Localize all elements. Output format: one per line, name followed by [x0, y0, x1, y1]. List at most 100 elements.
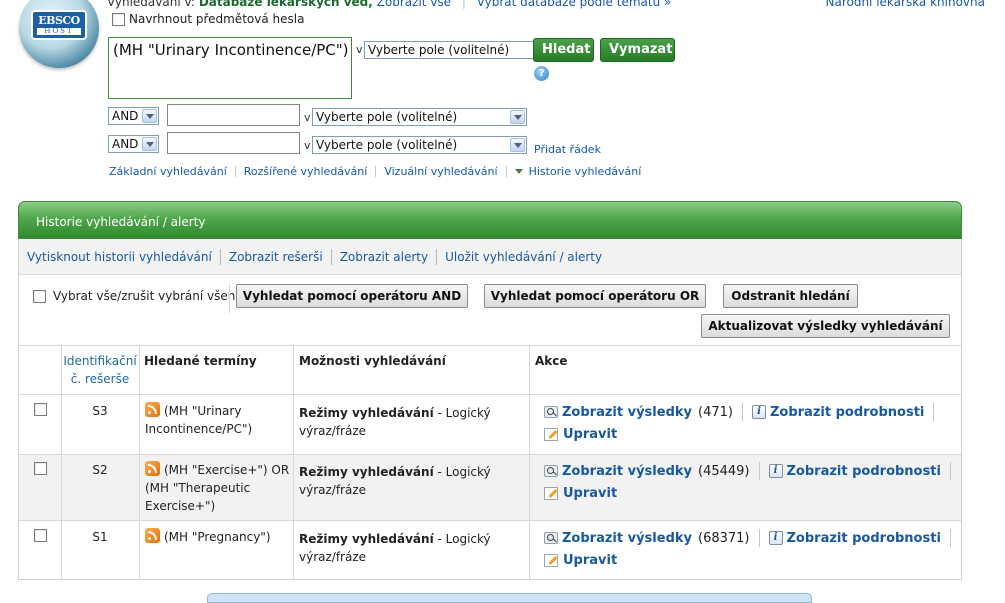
terms-line-1: (MH "Urinary	[164, 404, 242, 418]
logo-text: EBSCO	[38, 14, 80, 27]
search-terms: (MH "Exercise+") OR (MH "Therapeutic Exe…	[145, 461, 291, 515]
suggest-subject-terms[interactable]: Navrhnout předmětová hesla	[112, 12, 304, 26]
search-modes-label: Režimy vyhledávání	[299, 532, 434, 546]
search-modes: Režimy vyhledávání - Logický výraz/fráze	[299, 463, 525, 499]
show-results-link[interactable]: Zobrazit výsledky	[562, 405, 692, 420]
show-details-link[interactable]: Zobrazit podrobnosti	[787, 464, 941, 479]
edit-link[interactable]: Upravit	[563, 486, 617, 501]
separator: |	[461, 0, 466, 9]
search-history-link[interactable]: Historie vyhledávání	[529, 165, 642, 178]
main-search-input[interactable]: (MH "Urinary Incontinence/PC")	[108, 37, 352, 99]
edit-icon	[544, 487, 558, 500]
separator	[949, 529, 951, 547]
operator-select-1[interactable]: AND	[108, 107, 159, 125]
search-id: S1	[92, 530, 108, 544]
show-results-link[interactable]: Zobrazit výsledky	[562, 531, 692, 546]
show-results-link[interactable]: Zobrazit výsledky	[562, 464, 692, 479]
search-button[interactable]: Hledat	[533, 38, 594, 62]
save-searches-link[interactable]: Uložit vyhledávání / alerty	[445, 250, 602, 264]
separator	[330, 249, 332, 265]
row-checkbox[interactable]	[34, 529, 47, 542]
history-action-bar: Vytisknout historii vyhledávání Zobrazit…	[19, 240, 961, 275]
separator	[505, 166, 507, 177]
show-research-link[interactable]: Zobrazit rešerši	[229, 250, 323, 264]
rss-icon[interactable]	[145, 461, 160, 476]
clear-button[interactable]: Vymazat	[600, 38, 675, 62]
search-input-row-1[interactable]	[167, 104, 300, 126]
column-header-terms: Hledané termíny	[144, 354, 257, 368]
separator	[741, 403, 743, 421]
logo-badge: EBSCO HOST	[31, 10, 87, 40]
suggest-checkbox[interactable]	[112, 12, 125, 26]
edit-icon	[544, 428, 558, 441]
separator	[933, 403, 935, 421]
search-input-row-2[interactable]	[167, 132, 300, 154]
ebscohost-logo[interactable]: EBSCO HOST	[19, 0, 99, 68]
separator	[375, 166, 377, 177]
help-icon[interactable]: ?	[534, 66, 549, 81]
row-actions: Zobrazit výsledky (45449) i Zobrazit pod…	[544, 462, 960, 480]
library-name-link[interactable]: Národní lékařská knihovna	[825, 0, 985, 9]
result-count: (45449)	[698, 463, 750, 479]
row-actions: Zobrazit výsledky (68371) i Zobrazit pod…	[544, 529, 960, 547]
grid-line	[19, 345, 961, 346]
magnifier-icon	[544, 406, 558, 418]
edit-icon	[544, 554, 558, 567]
basic-search-link[interactable]: Základní vyhledávání	[109, 165, 227, 178]
advanced-search-link[interactable]: Rozšířené vyhledávání	[244, 165, 368, 178]
update-results-button[interactable]: Aktualizovat výsledky vyhledávání	[701, 314, 950, 338]
row-checkbox[interactable]	[34, 403, 47, 416]
edit-action: Upravit	[544, 427, 617, 442]
choose-databases-link[interactable]: Vybrat databáze podle tématu »	[477, 0, 672, 9]
operator-select-2[interactable]: AND	[108, 135, 159, 153]
field-select-main[interactable]: Vyberte pole (volitelné)	[364, 41, 534, 59]
column-header-options: Možnosti vyhledávání	[299, 354, 446, 368]
result-count: (68371)	[698, 530, 750, 546]
separator	[758, 529, 760, 547]
grid-line	[19, 454, 961, 455]
print-history-link[interactable]: Vytisknout historii vyhledávání	[27, 250, 212, 264]
show-details-link[interactable]: Zobrazit podrobnosti	[787, 531, 941, 546]
grid-line	[19, 394, 961, 395]
chevron-down-icon	[142, 137, 157, 151]
show-all-link[interactable]: Zobrazit vše	[377, 0, 451, 9]
search-modes: Režimy vyhledávání - Logický výraz/fráze	[299, 404, 525, 440]
separator	[234, 166, 236, 177]
info-icon: i	[768, 464, 783, 478]
terms-line-3: Exercise+")	[145, 499, 216, 513]
rss-icon[interactable]	[145, 528, 160, 543]
field-select-value: Vyberte pole (volitelné)	[368, 43, 510, 57]
chevron-down-icon	[510, 110, 525, 124]
grid-line	[529, 345, 530, 579]
suggest-label: Navrhnout předmětová hesla	[129, 12, 305, 26]
search-modes: Režimy vyhledávání - Logický výraz/fráze	[299, 530, 525, 566]
search-modes-label: Režimy vyhledávání	[299, 406, 434, 420]
info-icon: i	[751, 405, 766, 419]
magnifier-icon	[544, 465, 558, 477]
field-select-row-1[interactable]: Vyberte pole (volitelné)	[312, 108, 527, 126]
separator	[758, 462, 760, 480]
row-checkbox[interactable]	[34, 462, 47, 475]
column-header-id[interactable]: Identifikační č. rešerše	[62, 352, 138, 388]
show-alerts-link[interactable]: Zobrazit alerty	[340, 250, 428, 264]
terms-line-1: (MH "Pregnancy")	[164, 530, 271, 544]
grid-line	[293, 345, 294, 579]
results-panel-edge	[207, 593, 812, 603]
edit-link[interactable]: Upravit	[563, 553, 617, 568]
grid-line	[139, 345, 140, 579]
remove-searches-button[interactable]: Odstranit hledání	[723, 284, 858, 308]
in-label: v	[356, 43, 363, 56]
visual-search-link[interactable]: Vizuální vyhledávání	[384, 165, 497, 178]
rss-icon[interactable]	[145, 402, 160, 417]
column-header-id-line2: č. rešerše	[70, 372, 130, 386]
select-all[interactable]: Vybrat vše/zrušit vybrání všeho	[33, 289, 243, 303]
field-select-row-2[interactable]: Vyberte pole (volitelné)	[312, 136, 527, 154]
database-name: Databáze lékařských věd,	[198, 0, 373, 9]
edit-link[interactable]: Upravit	[563, 427, 617, 442]
search-with-and-button[interactable]: Vyhledat pomocí operátoru AND	[236, 284, 468, 308]
select-all-checkbox[interactable]	[33, 289, 46, 303]
search-with-or-button[interactable]: Vyhledat pomocí operátoru OR	[484, 284, 706, 308]
add-row-link[interactable]: Přidat řádek	[534, 143, 601, 156]
history-panel-header: Historie vyhledávání / alerty	[18, 201, 962, 239]
show-details-link[interactable]: Zobrazit podrobnosti	[770, 405, 924, 420]
